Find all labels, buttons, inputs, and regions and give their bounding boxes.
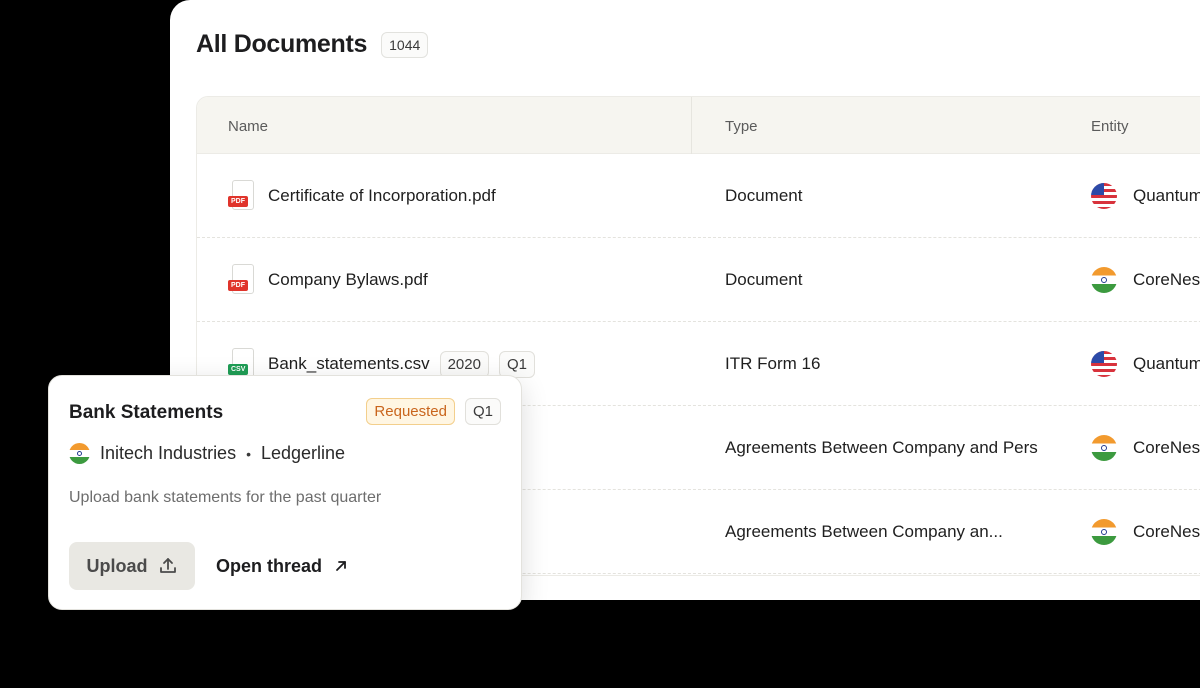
card-badges: Requested Q1 [366, 398, 501, 425]
entity-name: CoreNes [1133, 270, 1200, 289]
row-entity-cell: Quantum [1091, 154, 1200, 238]
table-row[interactable]: PDF Certificate of Incorporation.pdf Doc… [197, 154, 1200, 238]
status-badge: Requested [366, 398, 455, 425]
row-name-cell: PDF Certificate of Incorporation.pdf [228, 154, 496, 238]
title-row: All Documents 1044 [196, 30, 429, 59]
column-divider [691, 97, 692, 154]
upload-icon [159, 558, 176, 573]
row-type-cell: ITR Form 16 [725, 354, 821, 373]
entity-name: Quantum [1133, 186, 1200, 205]
card-description: Upload bank statements for the past quar… [69, 489, 382, 506]
row-name-cell: PDF Company Bylaws.pdf [228, 238, 428, 322]
file-name[interactable]: Certificate of Incorporation.pdf [268, 186, 496, 206]
india-flag-icon [1091, 267, 1117, 293]
card-entity: Initech Industries [100, 443, 237, 463]
upload-label: Upload [86, 555, 148, 576]
row-entity-cell: CoreNes [1091, 406, 1200, 490]
row-entity-cell: Quantum [1091, 322, 1200, 406]
india-flag-icon [1091, 519, 1117, 545]
india-flag-icon [1091, 435, 1117, 461]
card-provider: Ledgerline [260, 443, 346, 463]
pdf-file-icon: PDF [228, 180, 258, 212]
column-header-type[interactable]: Type [725, 118, 758, 135]
meta-separator: • [246, 445, 251, 462]
column-header-name[interactable]: Name [228, 118, 268, 135]
india-flag-icon [69, 443, 90, 464]
document-count-badge: 1044 [381, 31, 429, 58]
card-title: Bank Statements [69, 402, 224, 423]
row-entity-cell: CoreNes [1091, 238, 1200, 322]
page-title: All Documents [196, 30, 368, 58]
table-header: Name Type Entity [197, 97, 1200, 154]
open-thread-label: Open thread [216, 555, 323, 576]
file-name[interactable]: Company Bylaws.pdf [268, 270, 428, 290]
row-type-cell: Agreements Between Company and Pers [725, 438, 1038, 457]
entity-name: Quantum [1133, 354, 1200, 373]
column-header-entity[interactable]: Entity [1091, 118, 1129, 135]
entity-name: CoreNes [1133, 438, 1200, 457]
us-flag-icon [1091, 183, 1117, 209]
upload-button[interactable]: Upload [69, 542, 195, 590]
table-row[interactable]: PDF Company Bylaws.pdf Document CoreNes [197, 238, 1200, 322]
pdf-file-icon: PDF [228, 264, 258, 296]
arrow-up-right-icon [336, 561, 346, 571]
us-flag-icon [1091, 351, 1117, 377]
file-name[interactable]: Bank_statements.csv [268, 354, 430, 374]
year-tag: 2020 [439, 350, 489, 378]
period-badge: Q1 [464, 398, 501, 425]
quarter-tag: Q1 [498, 350, 535, 378]
request-card: Bank Statements Requested Q1 Initech Ind… [48, 375, 522, 610]
row-type-cell: Document [725, 186, 803, 205]
row-entity-cell: CoreNes [1091, 490, 1200, 574]
row-type-cell: Agreements Between Company an... [725, 522, 1003, 541]
open-thread-link[interactable]: Open thread [216, 542, 348, 590]
entity-name: CoreNes [1133, 522, 1200, 541]
card-meta: Initech Industries • Ledgerline [69, 443, 345, 464]
row-type-cell: Document [725, 270, 803, 289]
